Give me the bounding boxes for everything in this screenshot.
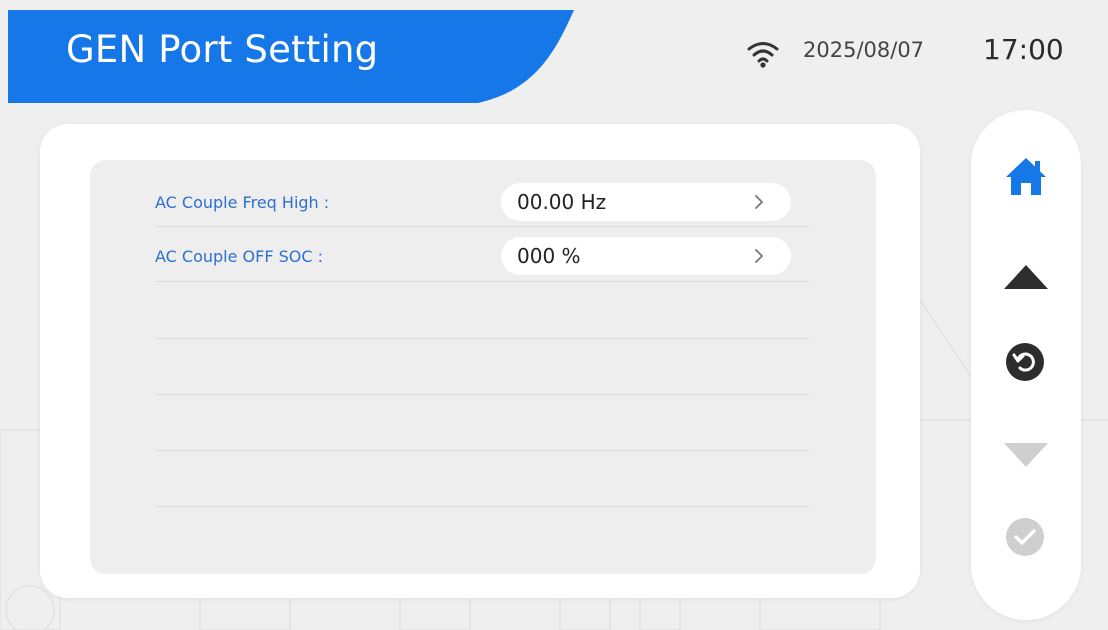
chevron-right-icon <box>755 195 763 209</box>
settings-panel <box>90 160 876 574</box>
return-icon[interactable] <box>1005 342 1045 382</box>
row-divider <box>155 281 810 282</box>
off-soc-value-field[interactable]: 000 % <box>501 237 791 275</box>
setting-row-freq-high: AC Couple Freq High : 00.00 Hz <box>155 182 810 222</box>
wifi-icon <box>747 42 779 68</box>
date-display: 2025/08/07 <box>803 38 925 62</box>
check-icon[interactable] <box>1005 517 1045 557</box>
chevron-right-icon <box>755 249 763 263</box>
row-divider <box>155 506 810 507</box>
row-divider <box>155 394 810 395</box>
home-icon[interactable] <box>1004 155 1048 197</box>
time-display: 17:00 <box>983 33 1064 66</box>
setting-row-off-soc: AC Couple OFF SOC : 000 % <box>155 236 810 276</box>
setting-label: AC Couple OFF SOC : <box>155 247 324 266</box>
setting-label: AC Couple Freq High : <box>155 193 330 212</box>
row-divider <box>155 338 810 339</box>
setting-value: 00.00 Hz <box>517 190 607 214</box>
freq-high-value-field[interactable]: 00.00 Hz <box>501 183 791 221</box>
arrow-up-icon[interactable] <box>1002 263 1050 291</box>
row-divider <box>155 450 810 451</box>
setting-value: 000 % <box>517 244 581 268</box>
arrow-down-icon[interactable] <box>1002 441 1050 469</box>
row-divider <box>155 226 810 227</box>
page-title: GEN Port Setting <box>66 28 379 71</box>
